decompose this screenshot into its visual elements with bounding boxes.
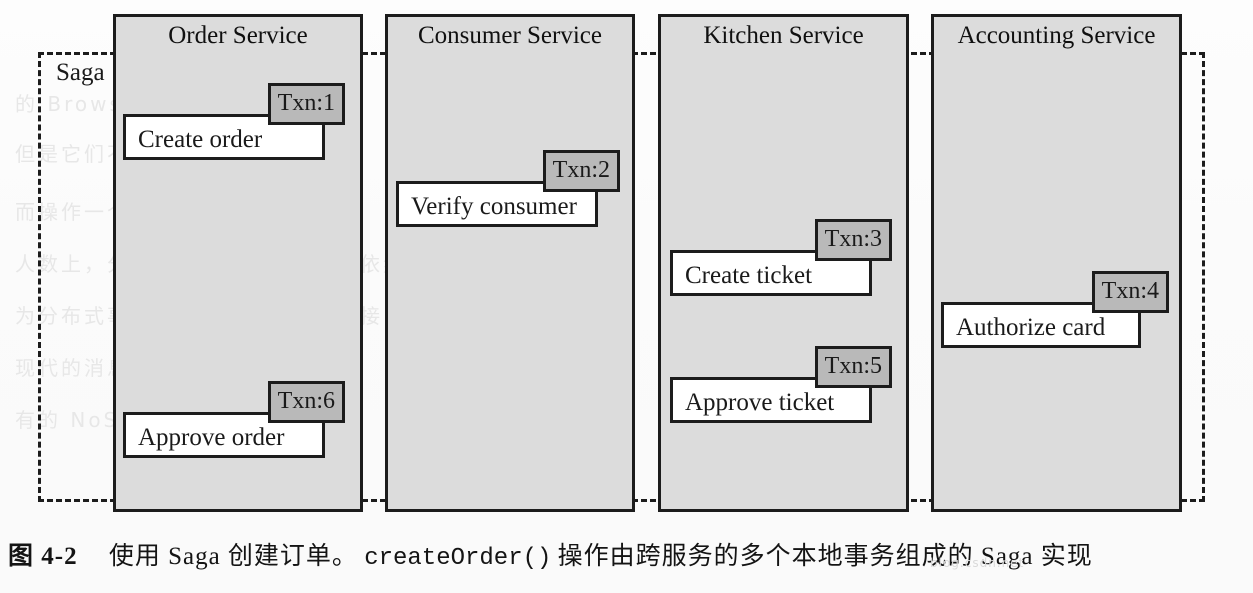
caption-text-before-code: 使用 Saga 创建订单。 <box>108 543 358 570</box>
watermark: blog.csdn.net <box>930 556 1025 570</box>
transaction-tab: Txn:5 <box>814 346 892 388</box>
saga-diagram: Order Service Consumer Service Kitchen S… <box>0 0 1253 525</box>
saga-label: Saga <box>56 59 105 86</box>
service-lane-title: Kitchen Service <box>703 22 864 49</box>
service-lane-title: Consumer Service <box>418 22 602 49</box>
transaction-tab: Txn:6 <box>267 381 345 423</box>
figure-number: 图 4-2 <box>8 543 78 570</box>
transaction-tab: Txn:2 <box>542 150 620 192</box>
transaction-tab: Txn:1 <box>267 83 345 125</box>
service-lane-accounting: Accounting Service <box>931 14 1182 512</box>
transaction-tab: Txn:4 <box>1091 271 1169 313</box>
service-lane-consumer: Consumer Service <box>385 14 635 512</box>
figure-caption: 图 4-2 使用 Saga 创建订单。 createOrder() 操作由跨服务… <box>8 540 1253 576</box>
service-lane-title: Order Service <box>168 22 308 49</box>
service-lane-title: Accounting Service <box>957 22 1156 49</box>
transaction-tab: Txn:3 <box>814 219 892 261</box>
caption-code: createOrder() <box>364 545 552 572</box>
